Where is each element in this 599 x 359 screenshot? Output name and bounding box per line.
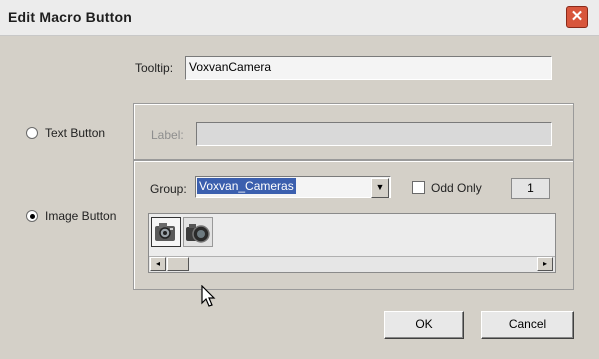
dialog-title: Edit Macro Button — [8, 9, 132, 25]
scroll-thumb[interactable] — [167, 257, 189, 271]
text-button-radio[interactable] — [26, 127, 38, 139]
arrow-left-icon: ◂ — [155, 259, 160, 268]
label-field-label: Label: — [151, 128, 184, 142]
text-button-label: Text Button — [45, 126, 106, 140]
tooltip-input[interactable]: VoxvanCamera — [185, 56, 552, 80]
odd-only-checkbox[interactable] — [412, 181, 425, 194]
odd-only-count: 1 — [511, 178, 550, 199]
label-input[interactable] — [196, 122, 552, 146]
ok-button[interactable]: OK — [384, 311, 464, 339]
horizontal-scrollbar[interactable] — [149, 256, 555, 272]
radio-selected-dot — [30, 214, 35, 219]
camera-lens-icon — [186, 224, 210, 243]
image-button-radio[interactable] — [26, 210, 38, 222]
group-label: Group: — [150, 182, 187, 196]
image-button-label: Image Button — [45, 209, 117, 223]
close-button[interactable]: ✕ — [566, 6, 588, 28]
chevron-down-icon[interactable]: ▼ — [371, 178, 389, 198]
icon-tile-camera-lens[interactable] — [183, 217, 213, 247]
mouse-cursor-icon — [201, 285, 216, 307]
scroll-right-button[interactable]: ▸ — [537, 257, 553, 271]
cancel-button[interactable]: Cancel — [481, 311, 574, 339]
group-selected-value: Voxvan_Cameras — [197, 178, 296, 194]
close-icon: ✕ — [570, 8, 584, 25]
odd-only-label: Odd Only — [431, 181, 482, 195]
tooltip-label: Tooltip: — [135, 61, 174, 75]
camera-icon — [155, 223, 175, 241]
icon-tile-camera[interactable] — [151, 217, 181, 247]
group-select[interactable]: Voxvan_Cameras ▼ — [195, 176, 391, 198]
scroll-left-button[interactable]: ◂ — [150, 257, 166, 271]
arrow-right-icon: ▸ — [542, 259, 547, 268]
